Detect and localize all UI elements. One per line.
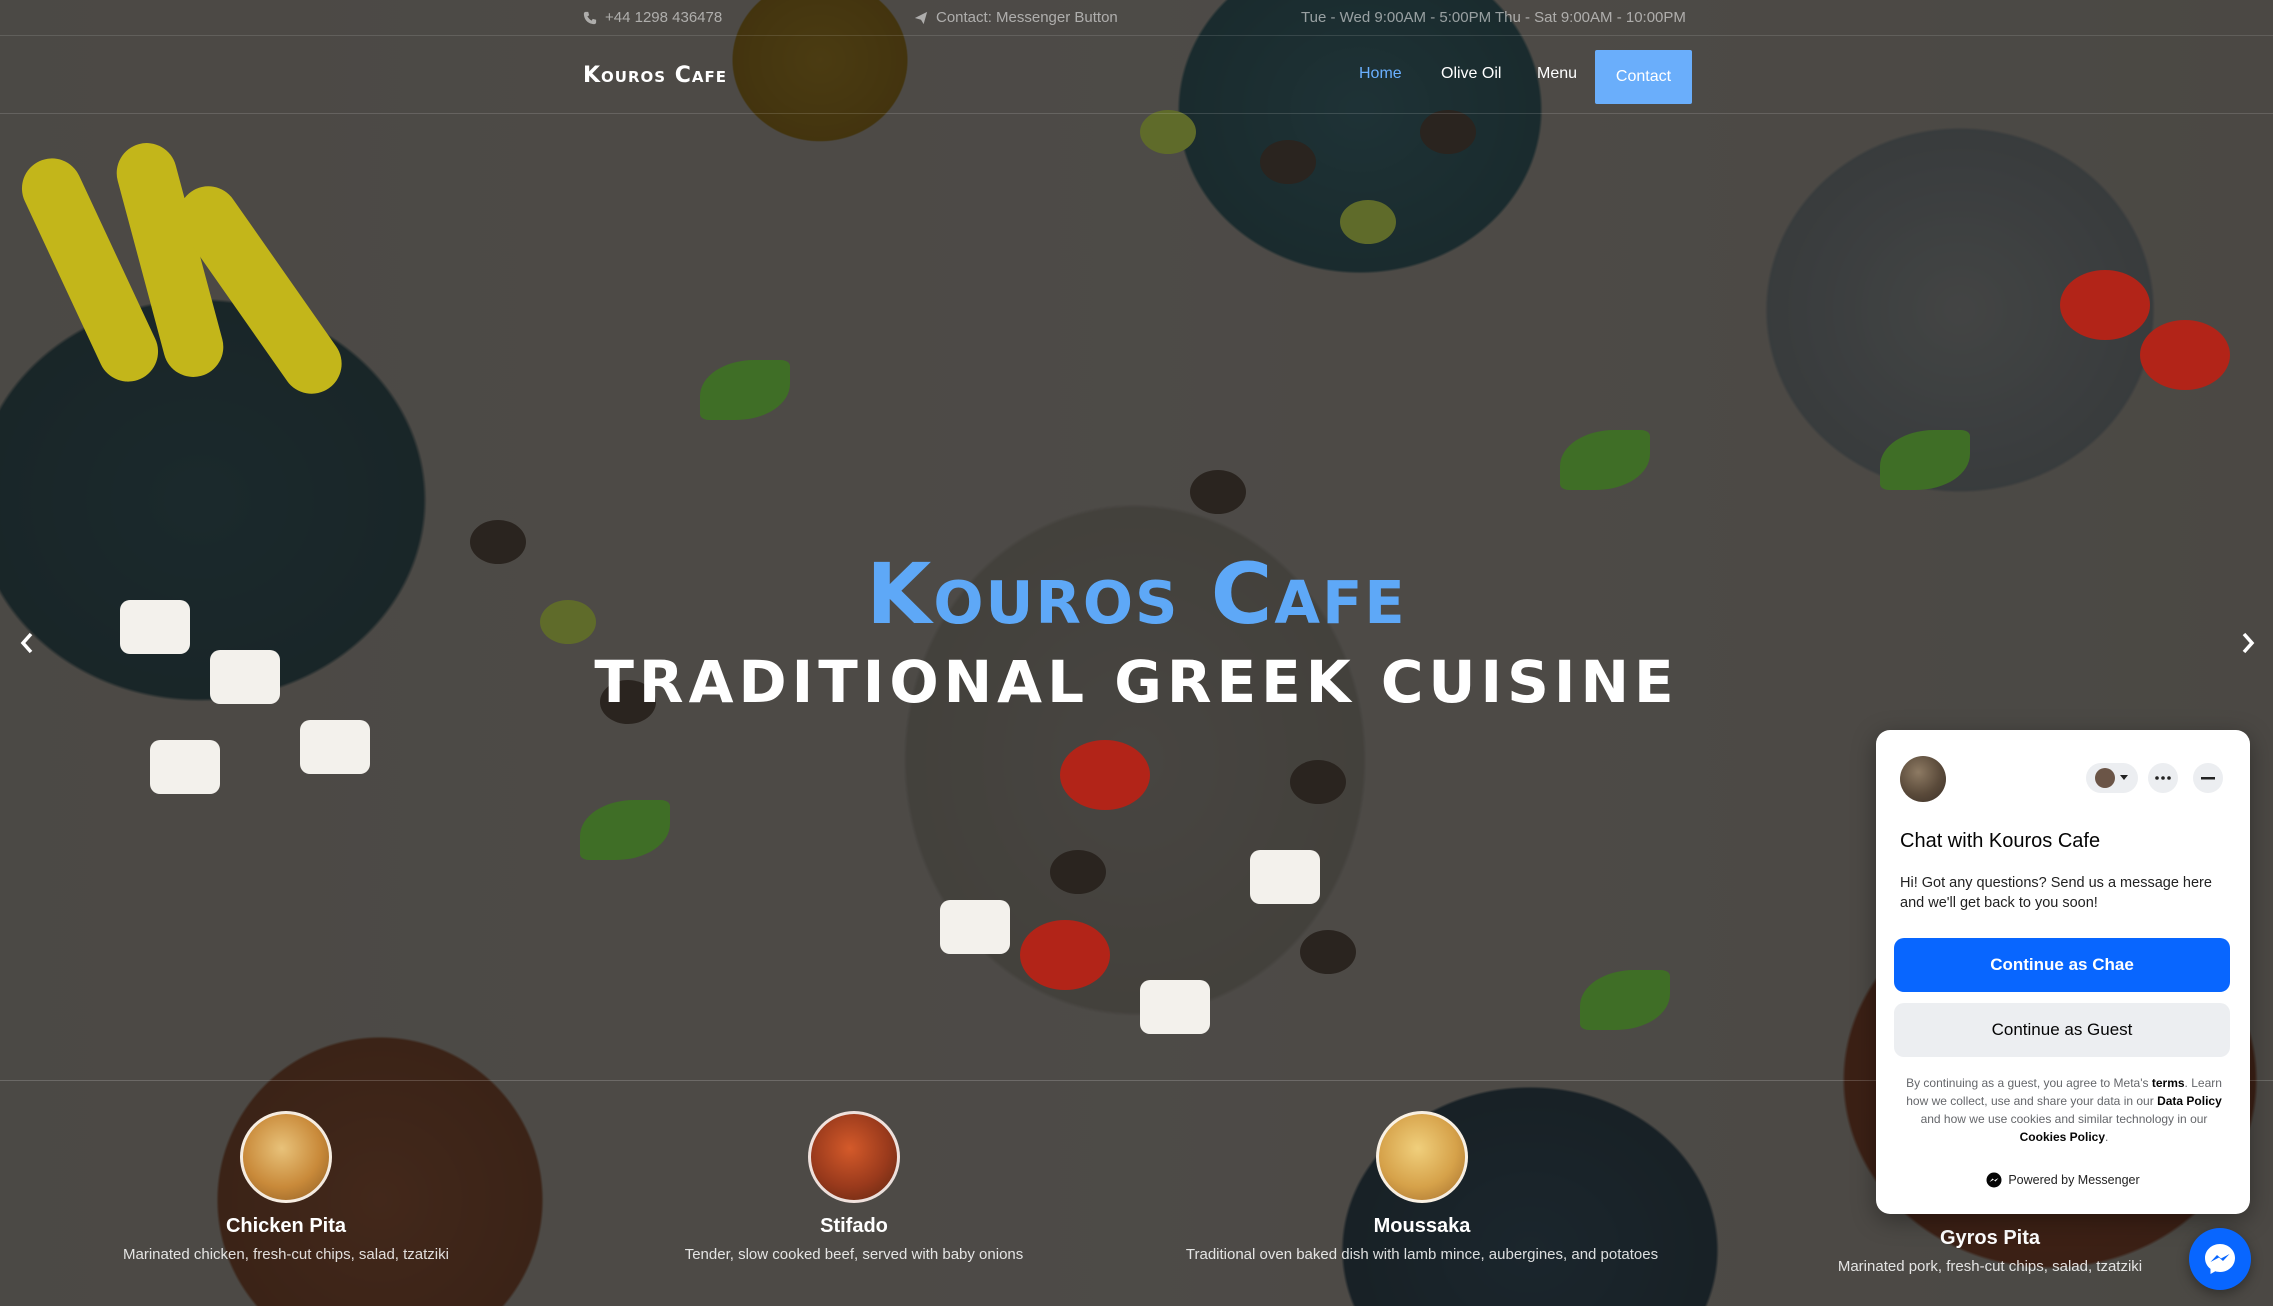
hero-title: Kouros Cafe	[866, 545, 1407, 643]
data-policy-link[interactable]: Data Policy	[2157, 1094, 2222, 1108]
dish-description: Traditional oven baked dish with lamb mi…	[1185, 1246, 1659, 1263]
hero-subtitle: TRADITIONAL GREEK CUISINE	[594, 648, 1679, 716]
dish-name: Gyros Pita	[1939, 1227, 2041, 1249]
nav-contact-button[interactable]: Contact	[1595, 50, 1692, 104]
more-options-button[interactable]	[2148, 763, 2178, 793]
continue-as-guest-button[interactable]: Continue as Guest	[1894, 1003, 2230, 1057]
page-avatar	[1900, 756, 1946, 802]
minimize-icon	[2201, 776, 2215, 779]
nav-menu-link[interactable]: Menu	[1537, 65, 1577, 83]
phone-icon	[583, 11, 597, 24]
legal-text: .	[2105, 1130, 2109, 1144]
dish-name: Stifado	[820, 1215, 888, 1237]
dish-card[interactable]: Stifado Tender, slow cooked beef, served…	[574, 1111, 1134, 1263]
caret-down-icon	[2120, 775, 2128, 780]
chevron-right-icon	[2242, 632, 2255, 654]
send-icon	[914, 11, 928, 24]
messenger-icon	[1986, 1172, 2002, 1188]
hours-info: Tue - Wed 9:00AM - 5:00PM Thu - Sat 9:00…	[1301, 9, 1686, 26]
chevron-left-icon	[20, 632, 33, 654]
contact-text: Contact: Messenger Button	[936, 9, 1118, 26]
legal-text: By continuing as a guest, you agree to M…	[1906, 1076, 2149, 1090]
nav-home[interactable]: Home	[1359, 65, 1402, 83]
dish-thumbnail	[808, 1111, 900, 1203]
dish-name: Chicken Pita	[225, 1215, 347, 1237]
dish-card[interactable]: Chicken Pita Marinated chicken, fresh-cu…	[6, 1111, 566, 1263]
powered-by-messenger[interactable]: Powered by Messenger	[1876, 1172, 2250, 1188]
continue-as-user-button[interactable]: Continue as Chae	[1894, 938, 2230, 992]
cookies-policy-link[interactable]: Cookies Policy	[2020, 1130, 2105, 1144]
messenger-chat-button[interactable]	[2189, 1228, 2251, 1290]
dish-description: Marinated pork, fresh-cut chips, salad, …	[1837, 1258, 2143, 1275]
opening-hours: Tue - Wed 9:00AM - 5:00PM Thu - Sat 9:00…	[1301, 9, 1686, 26]
phone-info[interactable]: +44 1298 436478	[583, 9, 722, 26]
contact-info[interactable]: Contact: Messenger Button	[914, 9, 1118, 26]
legal-notice: By continuing as a guest, you agree to M…	[1904, 1074, 2224, 1146]
dish-card[interactable]: Moussaka Traditional oven baked dish wit…	[1142, 1111, 1702, 1263]
terms-link[interactable]: terms	[2152, 1076, 2185, 1090]
dish-name: Moussaka	[1373, 1215, 1471, 1237]
user-avatar	[2095, 768, 2115, 788]
chat-title: Chat with Kouros Cafe	[1900, 830, 2101, 852]
dish-description: Tender, slow cooked beef, served with ba…	[684, 1246, 1024, 1263]
top-info-bar: +44 1298 436478 Contact: Messenger Butto…	[0, 0, 2273, 36]
messenger-chat-widget: Chat with Kouros Cafe Hi! Got any questi…	[1876, 730, 2250, 1214]
powered-text: Powered by Messenger	[2008, 1173, 2140, 1187]
more-dots-icon	[2155, 776, 2171, 780]
phone-number: +44 1298 436478	[605, 9, 723, 26]
legal-text: and how we use cookies and similar techn…	[1920, 1112, 2208, 1126]
slider-prev-button[interactable]	[12, 628, 42, 658]
minimize-button[interactable]	[2193, 763, 2223, 793]
account-switcher[interactable]	[2086, 763, 2138, 793]
dish-thumbnail	[1376, 1111, 1468, 1203]
main-navbar: Kouros Cafe Home Olive Oil Menu Contact	[0, 36, 2273, 114]
site-logo[interactable]: Kouros Cafe	[583, 63, 727, 88]
chat-welcome-message: Hi! Got any questions? Send us a message…	[1900, 875, 2212, 911]
nav-olive-oil[interactable]: Olive Oil	[1441, 65, 1501, 83]
dish-description: Marinated chicken, fresh-cut chips, sala…	[123, 1246, 449, 1263]
slider-next-button[interactable]	[2233, 628, 2263, 658]
messenger-icon	[2205, 1244, 2235, 1274]
dish-thumbnail	[240, 1111, 332, 1203]
